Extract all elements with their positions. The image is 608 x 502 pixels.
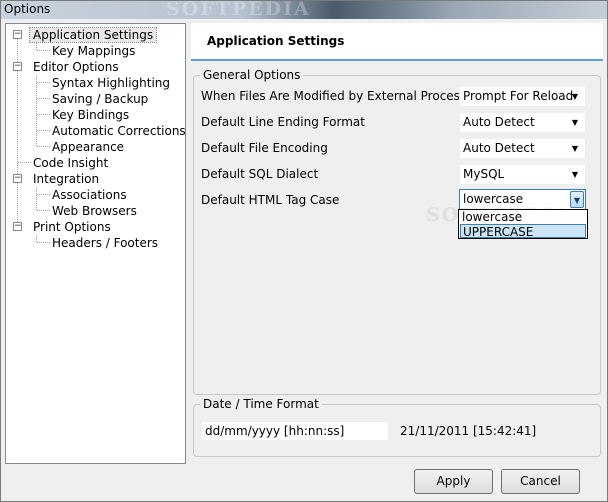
sql-dialect-label: Default SQL Dialect — [201, 167, 319, 181]
tree-item-label: Integration — [33, 172, 100, 186]
select-value: Auto Detect — [463, 141, 535, 155]
date-time-preview: 21/11/2011 [15:42:41] — [400, 424, 537, 438]
file-encoding-label: Default File Encoding — [201, 141, 328, 155]
tree-item-print-options[interactable]: Print Options — [30, 219, 114, 235]
select-value: Auto Detect — [463, 115, 535, 129]
tree-item-label: Automatic Corrections — [52, 124, 186, 138]
apply-button-label: Apply — [436, 474, 471, 488]
tree-item-appearance[interactable]: Appearance — [49, 139, 127, 155]
tree-connector — [36, 75, 37, 146]
collapse-icon[interactable]: − — [13, 222, 22, 231]
tree-item-label: Key Mappings — [52, 44, 136, 58]
file-encoding-select[interactable]: Auto Detect ▼ — [459, 138, 586, 159]
external-modification-select[interactable]: Prompt For Reload ▼ — [459, 86, 586, 107]
sql-dialect-select[interactable]: MySQL ▼ — [459, 164, 586, 185]
options-window: Options SOFTPEDIA − − − − Application Se… — [0, 0, 608, 502]
dropdown-arrow-icon[interactable]: ▼ — [568, 167, 582, 182]
tree-connector — [36, 235, 37, 242]
tree-item-label: Syntax Highlighting — [52, 76, 171, 90]
dropdown-option-lowercase[interactable]: lowercase — [460, 210, 586, 224]
tree-item-label: Editor Options — [33, 60, 119, 74]
tree-item-web-browsers[interactable]: Web Browsers — [49, 203, 140, 219]
tree-item-label: Code Insight — [33, 156, 109, 170]
tree-item-code-insight[interactable]: Code Insight — [30, 155, 111, 171]
dropdown-arrow-icon[interactable]: ▼ — [568, 141, 582, 156]
tree-item-application-settings[interactable]: Application Settings — [28, 27, 158, 43]
panel-header: Application Settings — [191, 23, 603, 61]
tree-item-editor-options[interactable]: Editor Options — [30, 59, 122, 75]
line-ending-label: Default Line Ending Format — [201, 115, 365, 129]
html-tag-case-dropdown-list[interactable]: lowercase UPPERCASE — [458, 209, 588, 239]
line-ending-select[interactable]: Auto Detect ▼ — [459, 112, 586, 133]
window-title: Options — [4, 2, 51, 16]
page-title: Application Settings — [207, 34, 345, 48]
date-time-format-legend: Date / Time Format — [200, 397, 322, 411]
apply-button[interactable]: Apply — [414, 469, 493, 494]
tree-item-label: Headers / Footers — [52, 236, 159, 250]
tree-item-key-bindings[interactable]: Key Bindings — [49, 107, 132, 123]
tree-item-integration[interactable]: Integration — [30, 171, 102, 187]
tree-connector — [36, 43, 37, 50]
date-time-format-field[interactable] — [201, 421, 389, 441]
collapse-icon[interactable]: − — [13, 30, 22, 39]
title-bar[interactable]: Options SOFTPEDIA — [1, 0, 607, 20]
tree-item-saving-backup[interactable]: Saving / Backup — [49, 91, 151, 107]
tree-item-label: Saving / Backup — [52, 92, 149, 106]
tree-item-label: Associations — [52, 188, 127, 202]
tree-item-syntax-highlighting[interactable]: Syntax Highlighting — [49, 75, 173, 91]
select-value: Prompt For Reload — [463, 89, 574, 103]
html-tag-case-label: Default HTML Tag Case — [201, 193, 340, 207]
dropdown-option-uppercase[interactable]: UPPERCASE — [460, 224, 586, 239]
tree-item-label: Print Options — [33, 220, 111, 234]
tree-item-automatic-corrections[interactable]: Automatic Corrections — [49, 123, 189, 139]
collapse-icon[interactable]: − — [13, 174, 22, 183]
dropdown-arrow-icon[interactable]: ▼ — [568, 115, 582, 130]
tree-item-key-mappings[interactable]: Key Mappings — [49, 43, 138, 59]
external-modification-label: When Files Are Modified by External Proc… — [201, 89, 467, 103]
tree-item-label: Web Browsers — [52, 204, 137, 218]
options-tree[interactable]: − − − − Application Settings Key Mapping… — [5, 23, 186, 464]
dropdown-arrow-icon[interactable]: ▼ — [568, 89, 582, 104]
tree-item-label: Application Settings — [28, 27, 158, 43]
tree-item-associations[interactable]: Associations — [49, 187, 130, 203]
cancel-button[interactable]: Cancel — [501, 469, 580, 494]
select-value: MySQL — [463, 167, 505, 181]
collapse-icon[interactable]: − — [13, 62, 22, 71]
dropdown-arrow-icon[interactable]: ▼ — [570, 191, 584, 208]
cancel-button-label: Cancel — [520, 474, 561, 488]
general-options-legend: General Options — [200, 68, 304, 82]
tree-item-headers-footers[interactable]: Headers / Footers — [49, 235, 161, 251]
tree-item-label: Appearance — [52, 140, 125, 154]
date-time-format-input[interactable] — [202, 422, 382, 440]
softpedia-watermark: SOFTPEDIA — [166, 0, 311, 20]
tree-item-label: Key Bindings — [52, 108, 130, 122]
tree-connector — [36, 187, 37, 210]
